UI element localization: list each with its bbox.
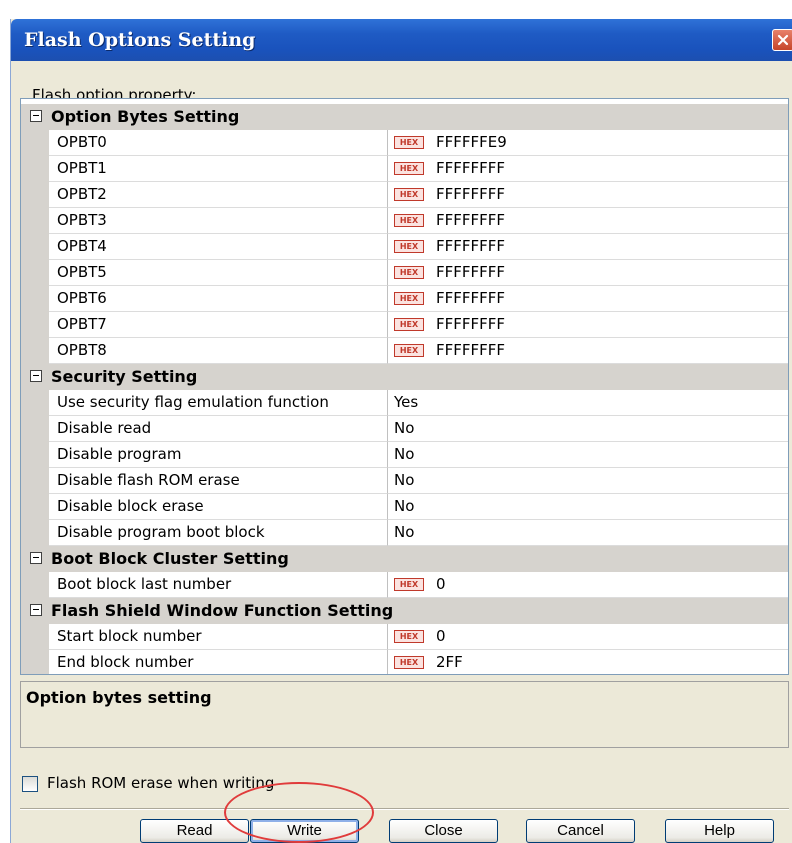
category-flash-shield-window[interactable]: Flash Shield Window Function Setting [21, 598, 788, 625]
hex-badge: HEX [394, 162, 424, 175]
property-value: FFFFFFFF [436, 263, 506, 281]
property-value: 0 [436, 627, 446, 645]
property-value: FFFFFFFF [436, 159, 506, 177]
property-value: FFFFFFFF [436, 341, 506, 359]
property-row[interactable]: OPBT6 HEX FFFFFFFF [21, 286, 788, 312]
property-name: Disable program [57, 445, 182, 463]
property-name: Disable program boot block [57, 523, 265, 541]
hex-badge: HEX [394, 318, 424, 331]
hex-badge: HEX [394, 630, 424, 643]
property-value: 0 [436, 575, 446, 593]
property-name: Use security flag emulation function [57, 393, 329, 411]
property-value: No [394, 523, 415, 541]
property-row[interactable]: OPBT2 HEX FFFFFFFF [21, 182, 788, 208]
property-row[interactable]: OPBT3 HEX FFFFFFFF [21, 208, 788, 234]
category-label: Option Bytes Setting [51, 107, 240, 126]
property-value: Yes [394, 393, 419, 411]
property-value: FFFFFFFF [436, 315, 506, 333]
category-label: Security Setting [51, 367, 198, 386]
property-name: OPBT6 [57, 289, 107, 307]
cancel-button[interactable]: Cancel [526, 819, 635, 843]
property-row[interactable]: OPBT0 HEX FFFFFFE9 [21, 130, 788, 156]
hex-badge: HEX [394, 240, 424, 253]
property-name: OPBT3 [57, 211, 107, 229]
property-value: FFFFFFFF [436, 237, 506, 255]
property-row[interactable]: Disable program No [21, 442, 788, 468]
hex-badge: HEX [394, 578, 424, 591]
collapse-icon[interactable] [30, 604, 42, 616]
erase-when-writing-checkbox[interactable] [22, 776, 38, 792]
hex-badge: HEX [394, 266, 424, 279]
property-name: OPBT1 [57, 159, 107, 177]
property-row[interactable]: Use security flag emulation function Yes [21, 390, 788, 416]
description-title: Option bytes setting [26, 688, 212, 707]
property-value: FFFFFFE9 [436, 133, 507, 151]
collapse-icon[interactable] [30, 552, 42, 564]
property-value: FFFFFFFF [436, 211, 506, 229]
property-name: OPBT5 [57, 263, 107, 281]
dialog-title: Flash Options Setting [24, 29, 256, 51]
property-name: OPBT4 [57, 237, 107, 255]
property-value: No [394, 497, 415, 515]
collapse-icon[interactable] [30, 370, 42, 382]
write-button[interactable]: Write [250, 819, 359, 843]
property-name: OPBT8 [57, 341, 107, 359]
property-row[interactable]: Disable read No [21, 416, 788, 442]
property-row[interactable]: End block number HEX 2FF [21, 650, 788, 674]
property-row[interactable]: Start block number HEX 0 [21, 624, 788, 650]
category-security[interactable]: Security Setting [21, 364, 788, 391]
property-row[interactable]: OPBT5 HEX FFFFFFFF [21, 260, 788, 286]
property-row[interactable]: Boot block last number HEX 0 [21, 572, 788, 598]
title-bar[interactable]: Flash Options Setting [11, 19, 792, 61]
divider [20, 808, 789, 810]
property-value: No [394, 471, 415, 489]
property-row[interactable]: Disable block erase No [21, 494, 788, 520]
property-grid: Option Bytes Setting OPBT0 HEX FFFFFFE9 O… [20, 98, 789, 675]
hex-badge: HEX [394, 656, 424, 669]
property-name: OPBT0 [57, 133, 107, 151]
property-row[interactable]: OPBT8 HEX FFFFFFFF [21, 338, 788, 364]
property-value: FFFFFFFF [436, 289, 506, 307]
property-row[interactable]: OPBT1 HEX FFFFFFFF [21, 156, 788, 182]
property-value: FFFFFFFF [436, 185, 506, 203]
property-name: Boot block last number [57, 575, 232, 593]
hex-badge: HEX [394, 344, 424, 357]
collapse-icon[interactable] [30, 110, 42, 122]
property-name: OPBT2 [57, 185, 107, 203]
property-name: Disable block erase [57, 497, 204, 515]
property-row[interactable]: Disable program boot block No [21, 520, 788, 546]
hex-badge: HEX [394, 214, 424, 227]
help-button[interactable]: Help [665, 819, 774, 843]
property-name: Disable flash ROM erase [57, 471, 240, 489]
property-row[interactable]: Disable flash ROM erase No [21, 468, 788, 494]
read-button[interactable]: Read [140, 819, 249, 843]
property-row[interactable]: OPBT4 HEX FFFFFFFF [21, 234, 788, 260]
category-option-bytes[interactable]: Option Bytes Setting [21, 104, 788, 131]
category-label: Flash Shield Window Function Setting [51, 601, 394, 620]
property-name: Disable read [57, 419, 152, 437]
category-boot-block-cluster[interactable]: Boot Block Cluster Setting [21, 546, 788, 573]
property-name: End block number [57, 653, 194, 671]
property-value: 2FF [436, 653, 463, 671]
property-value: No [394, 445, 415, 463]
close-button[interactable]: Close [389, 819, 498, 843]
property-name: Start block number [57, 627, 202, 645]
description-panel: Option bytes setting [20, 681, 789, 748]
erase-when-writing-label[interactable]: Flash ROM erase when writing [47, 774, 274, 792]
category-label: Boot Block Cluster Setting [51, 549, 289, 568]
property-name: OPBT7 [57, 315, 107, 333]
hex-badge: HEX [394, 188, 424, 201]
hex-badge: HEX [394, 292, 424, 305]
close-x-icon[interactable] [772, 29, 792, 51]
property-row[interactable]: OPBT7 HEX FFFFFFFF [21, 312, 788, 338]
hex-badge: HEX [394, 136, 424, 149]
property-value: No [394, 419, 415, 437]
